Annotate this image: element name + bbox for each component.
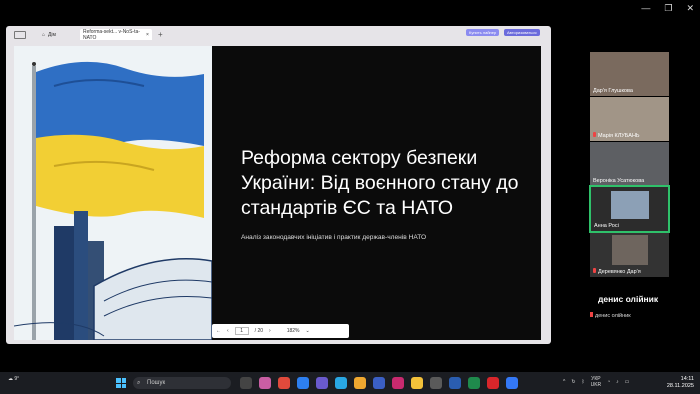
featured-participant-label: денис олійник (590, 312, 631, 319)
notification-app-icon[interactable] (392, 377, 404, 389)
browser-tabbar: ⌂ Дім Reforma-sekt... v-NoS-ta-NATO × + … (6, 26, 551, 43)
mic-muted-icon (593, 132, 596, 137)
home-label: Дім (48, 31, 56, 38)
word-icon[interactable] (449, 377, 461, 389)
store-icon[interactable] (430, 377, 442, 389)
search-icon: ⌕ (137, 380, 141, 386)
wifi-icon[interactable]: ◔ (607, 379, 610, 385)
document-tab[interactable]: Reforma-sekt... v-NoS-ta-NATO × (79, 28, 152, 41)
sync-icon[interactable]: ↻ (571, 379, 575, 385)
page-total: / 20 (254, 328, 264, 334)
participant-tile[interactable]: Вероніка Усатюкова (590, 142, 669, 186)
app-icon[interactable] (373, 377, 385, 389)
close-icon[interactable]: ✕ (686, 3, 694, 14)
taskbar: ☁ 9° ⌕ Пошук ^ ↻ ᛒ УКР UKR ◔ ♪ ▭ 14:11 28… (0, 372, 700, 394)
mic-muted-icon (590, 312, 593, 317)
participant-name: Деревянко Дар'я (593, 268, 641, 275)
weather-widget[interactable]: ☁ 9° (8, 376, 19, 382)
participant-name: Дар'я Глушкова (593, 88, 633, 94)
page-controls: ← ‹ 1 / 20 › 182% ⌄ (212, 324, 349, 338)
language-indicator[interactable]: УКР UKR (591, 376, 602, 388)
mic-muted-icon (593, 268, 596, 273)
bluetooth-icon[interactable]: ᛒ (582, 379, 585, 385)
new-tab-button[interactable]: + (158, 30, 163, 39)
login-button[interactable]: Авторизоваться (504, 29, 540, 36)
participant-video (612, 235, 648, 265)
zoom-dropdown-icon[interactable]: ⌄ (305, 328, 309, 334)
minimize-icon[interactable]: — (641, 3, 650, 14)
slide-subtitle: Аналіз законодавчих ініціатив і практик … (241, 234, 427, 241)
participant-tile[interactable]: Дар'я Глушкова (590, 52, 669, 96)
clock[interactable]: 14:11 28.11.2025 (667, 376, 694, 390)
home-tab[interactable]: ⌂ Дім (42, 32, 56, 38)
home-icon: ⌂ (42, 31, 46, 38)
presentation-window: ⌂ Дім Reforma-sekt... v-NoS-ta-NATO × + … (6, 26, 551, 344)
cloud-icon: ☁ (8, 376, 13, 382)
antivirus-icon[interactable] (487, 377, 499, 389)
ukraine-flag-illustration (14, 46, 212, 340)
participant-name: Марія КЛУБАНЬ (593, 132, 640, 139)
teams-icon[interactable] (316, 377, 328, 389)
participant-tile[interactable]: Марія КЛУБАНЬ (590, 97, 669, 141)
participant-name: Вероніка Усатюкова (593, 178, 645, 184)
slide-title: Реформа сектору безпеки України: Від воє… (241, 147, 519, 219)
start-button[interactable] (116, 378, 126, 388)
chevron-up-icon[interactable]: ^ (563, 379, 565, 385)
participant-video (611, 191, 649, 219)
taskbar-apps (240, 377, 518, 389)
task-view-icon[interactable] (240, 377, 252, 389)
system-tray: ^ ↻ ᛒ УКР UKR ◔ ♪ ▭ (563, 376, 629, 388)
featured-participant-name: денис олійник (598, 294, 659, 304)
participant-name: Анна Росі (594, 223, 619, 229)
tab-label: Reforma-sekt... v-NoS-ta-NATO (82, 28, 140, 41)
excel-icon[interactable] (468, 377, 480, 389)
telegram-icon[interactable] (335, 377, 347, 389)
file-explorer-icon[interactable] (411, 377, 423, 389)
zoom-level[interactable]: 182% (287, 328, 300, 334)
next-page-icon[interactable]: › (269, 328, 271, 334)
chrome-icon[interactable] (278, 377, 290, 389)
maximize-icon[interactable]: ❐ (664, 3, 672, 14)
copilot-icon[interactable] (259, 377, 271, 389)
slide: Реформа сектору безпеки України: Від воє… (14, 46, 541, 340)
zoom-app-icon[interactable] (506, 377, 518, 389)
prev-slide-icon[interactable]: ← (216, 328, 221, 334)
battery-icon[interactable]: ▭ (625, 379, 630, 385)
chrome-profile-icon[interactable] (354, 377, 366, 389)
tab-close-icon[interactable]: × (146, 32, 149, 38)
taskbar-search[interactable]: ⌕ Пошук (133, 377, 231, 389)
buy-button[interactable]: Купить лайнер (466, 29, 500, 36)
window-controls: — ❐ ✕ (641, 3, 694, 14)
first-page-icon[interactable]: ‹ (227, 328, 229, 334)
page-number-input[interactable]: 1 (234, 327, 249, 335)
volume-icon[interactable]: ♪ (616, 379, 619, 385)
participant-tile-speaking[interactable]: Анна Росі (589, 185, 670, 233)
participant-tile[interactable]: Деревянко Дар'я (590, 233, 669, 277)
edge-icon[interactable] (297, 377, 309, 389)
sidebar-toggle-icon[interactable] (14, 30, 26, 39)
